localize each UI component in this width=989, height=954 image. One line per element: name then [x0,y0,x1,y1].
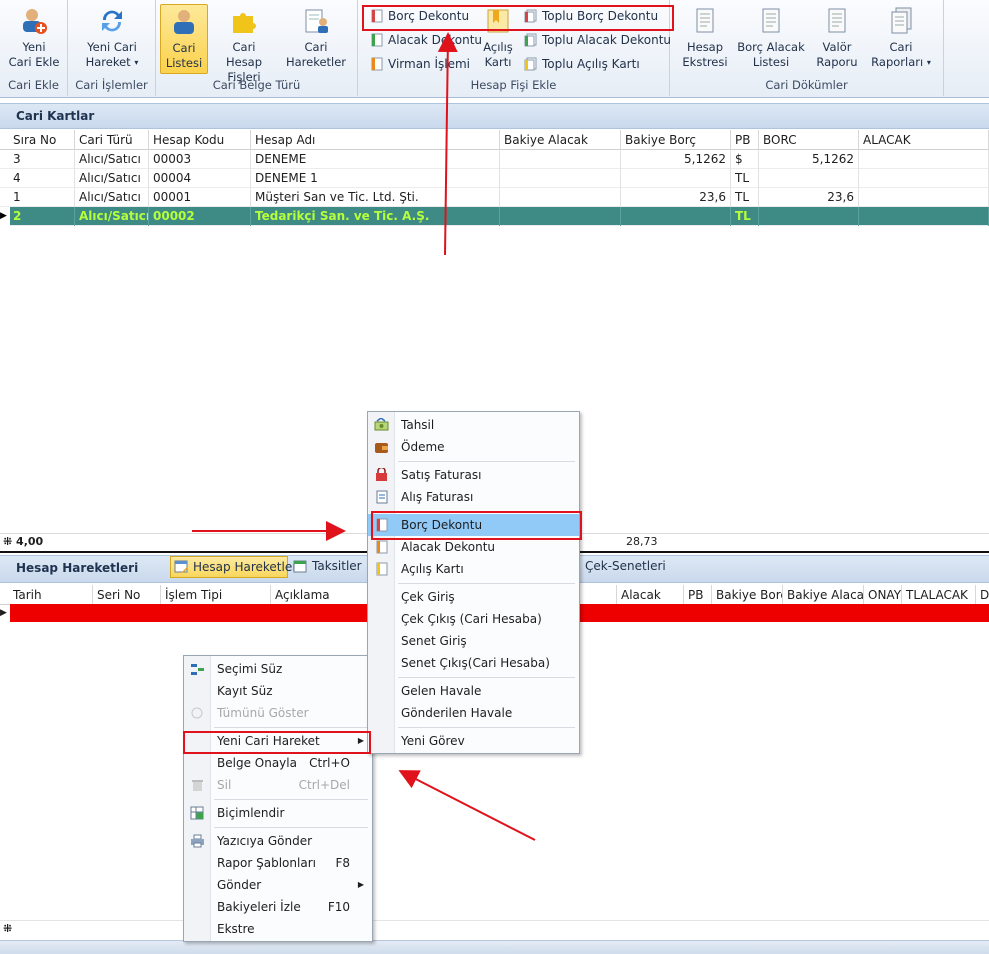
annotation-arrows [192,32,536,841]
annotation-arrow-up [437,32,458,256]
annotation-arrow-diagonal [398,770,536,841]
